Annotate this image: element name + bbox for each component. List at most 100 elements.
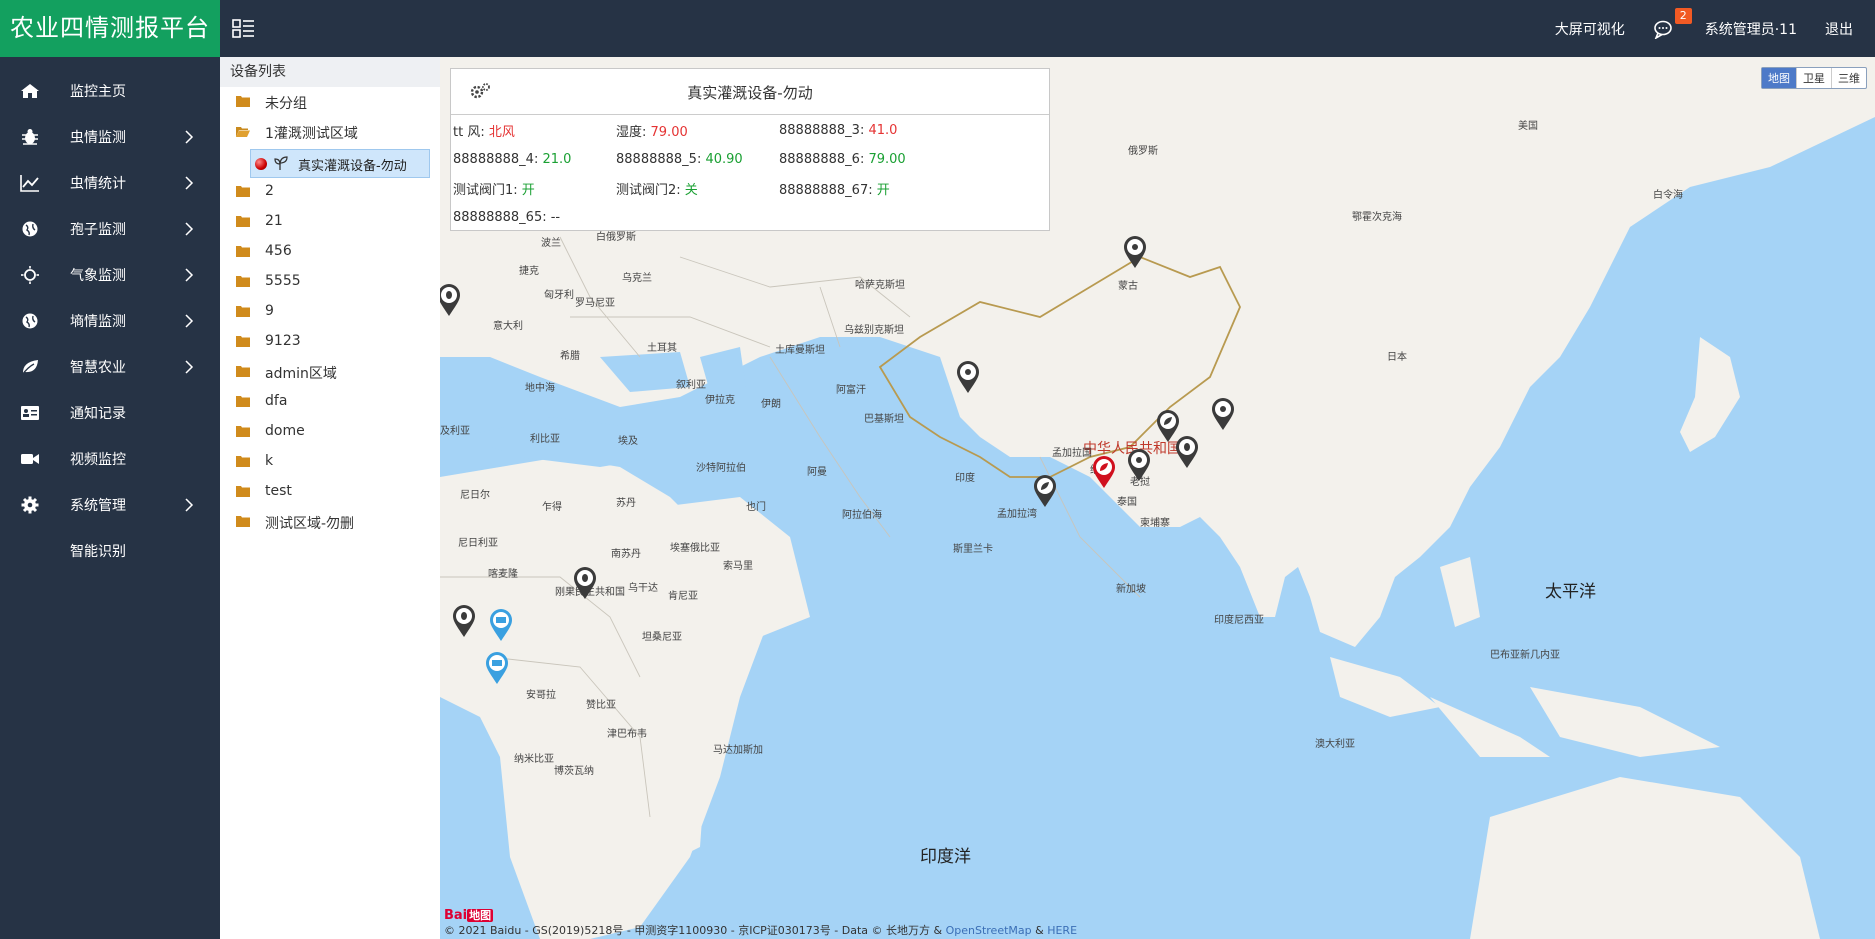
header-actions: 大屏可视化 2 系统管理员·11 退出 — [1555, 0, 1875, 57]
device-label: 真实灌溉设备-勿动 — [298, 159, 407, 174]
tree-group-label: 未分组 — [265, 96, 307, 112]
sidebar-item-system[interactable]: 系统管理 — [0, 482, 220, 528]
sidebar-item-label: 孢子监测 — [70, 222, 126, 238]
sidebar-item-smart-agri[interactable]: 智慧农业 — [0, 344, 220, 390]
message-button[interactable]: 2 — [1653, 7, 1692, 40]
tree-group-row[interactable]: 2 — [220, 177, 440, 207]
tree-group-row[interactable]: dome — [220, 417, 440, 447]
chevron-right-icon — [185, 314, 194, 328]
tree-group-label: 2 — [265, 183, 274, 199]
device-list-header: 设备列表 — [220, 57, 440, 87]
sidebar-item-video[interactable]: 视频监控 — [0, 436, 220, 482]
map-marker-weather-icon[interactable] — [1126, 448, 1152, 482]
map-marker-pest-icon[interactable] — [1174, 435, 1200, 469]
field-value: 79.00 — [868, 152, 906, 167]
folder-icon — [236, 456, 250, 467]
map-label: 博茨瓦纳 — [554, 766, 594, 777]
tree-group-row[interactable]: 5555 — [220, 267, 440, 297]
tree-group-row[interactable]: k — [220, 447, 440, 477]
map-marker-pest-icon[interactable] — [440, 283, 462, 317]
tree-group-row[interactable]: dfa — [220, 387, 440, 417]
field-label: 88888888_6: — [779, 152, 869, 167]
tree-group-row[interactable]: admin区域 — [220, 357, 440, 387]
map-label: 乍得 — [542, 502, 562, 513]
map-type-satellite[interactable]: 卫星 — [1796, 68, 1831, 88]
map-marker-weather-icon[interactable] — [1122, 235, 1148, 269]
map-label: 安哥拉 — [526, 690, 556, 701]
comment-icon: 2 — [1653, 7, 1692, 40]
sidebar-item-spore-monitor[interactable]: 孢子监测 — [0, 206, 220, 252]
map-marker-pest-icon[interactable] — [451, 604, 477, 638]
sidebar: 监控主页 虫情监测 虫情统计 孢子监测 气象监测 墒情监测 智慧农业 通知记录 … — [0, 57, 220, 939]
tree-group-row[interactable]: 456 — [220, 237, 440, 267]
tree-group-row[interactable]: 1灌溉测试区域 — [220, 117, 440, 147]
sidebar-toggle-icon[interactable] — [232, 18, 256, 40]
field-value: 21.0 — [542, 152, 572, 167]
sidebar-item-notifications[interactable]: 通知记录 — [0, 390, 220, 436]
map-label: 南苏丹 — [611, 549, 641, 560]
sidebar-item-pest-stats[interactable]: 虫情统计 — [0, 160, 220, 206]
tree-group-row[interactable]: test — [220, 477, 440, 507]
tree-device-row[interactable]: 真实灌溉设备-勿动 — [220, 147, 440, 178]
globe-icon — [22, 313, 38, 329]
chevron-right-icon — [185, 222, 194, 236]
user-menu[interactable]: 系统管理员·11 — [1705, 19, 1797, 39]
sidebar-item-ai-recognition[interactable]: 智能识别 — [0, 528, 220, 574]
sidebar-item-label: 视频监控 — [70, 452, 126, 468]
field-value: 41.0 — [868, 123, 898, 138]
sidebar-item-pest-monitor[interactable]: 虫情监测 — [0, 114, 220, 160]
popup-header: 真实灌溉设备-勿动 — [451, 69, 1049, 115]
big-screen-link[interactable]: 大屏可视化 — [1555, 19, 1625, 39]
map-marker-weather-icon[interactable] — [1210, 397, 1236, 431]
field-label: 测试阀门1: — [453, 183, 522, 198]
tree-group-row[interactable]: 9 — [220, 297, 440, 327]
device-list-panel: 设备列表 未分组 1灌溉测试区域真实灌溉设备-勿动 2 21 456 5555 9 9123 a… — [220, 57, 440, 939]
popup-field: 88888888_4: 21.0 — [453, 152, 616, 167]
map-marker-selected-leaf-icon[interactable] — [1091, 455, 1117, 489]
sidebar-item-soil-monitor[interactable]: 墒情监测 — [0, 298, 220, 344]
baidu-map-logo: Bai 地图 — [444, 907, 494, 923]
map-label: 澳大利亚 — [1315, 739, 1355, 750]
popup-field: 测试阀门1: 开 — [453, 179, 616, 198]
sidebar-item-label: 系统管理 — [70, 498, 126, 514]
map-label: 伊拉克 — [705, 395, 735, 406]
device-tree: 未分组 1灌溉测试区域真实灌溉设备-勿动 2 21 456 5555 9 9123 admin区… — [220, 87, 440, 537]
popup-field: 88888888_6: 79.00 — [779, 152, 942, 167]
map-marker-pest-icon[interactable] — [572, 566, 598, 600]
map-marker-leaf-icon[interactable] — [1032, 474, 1058, 508]
map-marker-camera-icon[interactable] — [488, 608, 514, 642]
logo-suffix: 地图 — [467, 909, 494, 922]
map-label: 苏丹 — [616, 498, 636, 509]
selected-device[interactable]: 真实灌溉设备-勿动 — [250, 149, 430, 178]
tree-group-row[interactable]: 测试区域-勿删 — [220, 507, 440, 537]
sidebar-item-home[interactable]: 监控主页 — [0, 68, 220, 114]
map-label: 埃及 — [618, 436, 638, 447]
folder-icon — [236, 246, 250, 257]
map-label: 蒙古 — [1118, 281, 1138, 292]
field-label: tt 风: — [453, 125, 489, 140]
field-value: -- — [550, 210, 561, 225]
sidebar-item-label: 虫情统计 — [70, 176, 126, 192]
tree-group-row[interactable]: 9123 — [220, 327, 440, 357]
map-label: 柬埔寨 — [1140, 518, 1170, 529]
map-label: 日本 — [1387, 352, 1407, 363]
tree-group-row[interactable]: 21 — [220, 207, 440, 237]
folder-icon — [236, 486, 250, 497]
logout-link[interactable]: 退出 — [1825, 19, 1853, 39]
tree-group-row[interactable]: 未分组 — [220, 87, 440, 117]
folder-icon — [236, 216, 250, 227]
map-label: 津巴布韦 — [607, 729, 647, 740]
map-marker-weather-icon[interactable] — [955, 360, 981, 394]
field-label: 88888888_67: — [779, 183, 877, 198]
map-label: 斯里兰卡 — [953, 544, 993, 555]
popup-field: tt 风: 北风 — [453, 121, 616, 140]
openstreetmap-link[interactable]: OpenStreetMap — [946, 924, 1032, 937]
map-type-3d[interactable]: 三维 — [1831, 68, 1866, 88]
map-label: 肯尼亚 — [668, 591, 698, 602]
map-marker-camera-icon[interactable] — [484, 651, 510, 685]
sidebar-item-weather-monitor[interactable]: 气象监测 — [0, 252, 220, 298]
globe-icon — [22, 221, 38, 237]
here-link[interactable]: HERE — [1047, 924, 1077, 937]
map-type-map[interactable]: 地图 — [1762, 68, 1796, 88]
map-label: 罗马尼亚 — [575, 298, 615, 309]
